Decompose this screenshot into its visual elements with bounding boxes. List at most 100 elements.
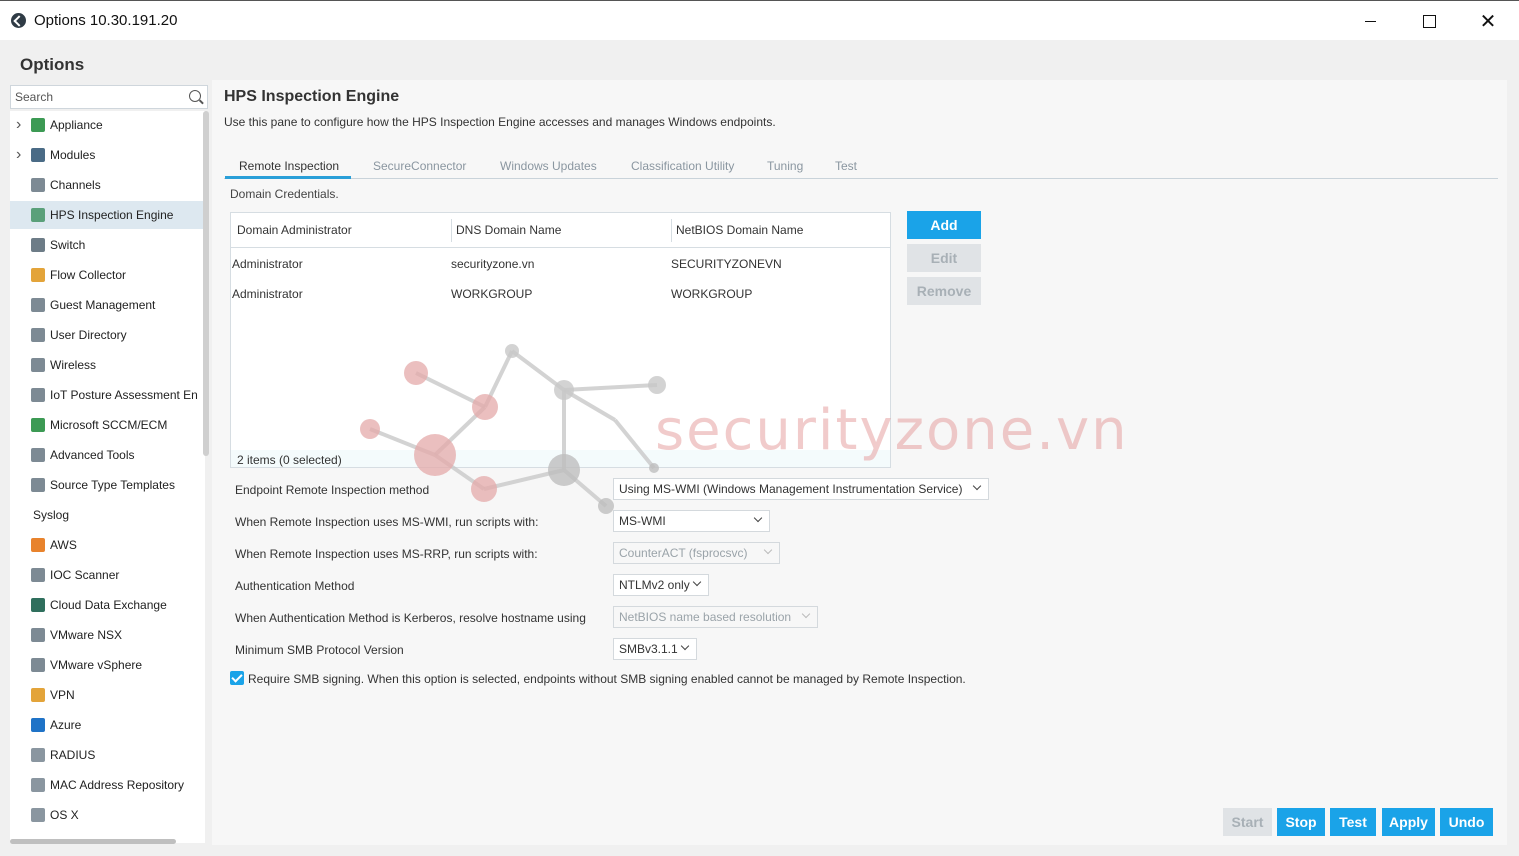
tab-classification-utility[interactable]: Classification Utility [631,159,734,173]
sidebar-item-user-directory[interactable]: User Directory [10,321,203,349]
edit-button[interactable]: Edit [907,244,981,272]
sidebar-item-label: HPS Inspection Engine [50,208,174,222]
column-divider[interactable] [671,219,672,242]
tab-remote-inspection[interactable]: Remote Inspection [239,159,339,173]
kerberos-resolution-select[interactable]: NetBIOS name based resolution [613,606,818,628]
sidebar-item-advanced-tools[interactable]: Advanced Tools [10,441,203,469]
sidebar-item-label: AWS [50,538,77,552]
sidebar-item-vmware-nsx[interactable]: VMware NSX [10,621,203,649]
sidebar-item-iot-posture-assessment-en[interactable]: IoT Posture Assessment En [10,381,203,409]
auth-method-select[interactable]: NTLMv2 only [613,574,709,596]
sidebar-item-hps-inspection-engine[interactable]: HPS Inspection Engine [10,201,203,229]
domain-credentials-table: Domain Administrator DNS Domain Name Net… [230,212,891,468]
vmware-nsx-icon [31,628,45,642]
chevron-down-icon [763,545,773,555]
start-button[interactable]: Start [1223,808,1272,836]
wmi-scripts-value: MS-WMI [619,514,666,528]
sidebar-item-appliance[interactable]: › Appliance [10,111,203,139]
add-button[interactable]: Add [907,211,981,239]
sidebar-item-vmware-vsphere[interactable]: VMware vSphere [10,651,203,679]
sidebar-item-vpn[interactable]: VPN [10,681,203,709]
sidebar-item-label: MAC Address Repository [50,778,185,792]
cell-dns-domain: securityzone.vn [451,257,535,271]
search-icon[interactable] [189,90,201,102]
search-input[interactable] [15,89,180,105]
sidebar-vertical-scrollbar[interactable] [203,111,209,456]
mac-repo-icon [31,778,45,792]
smb-version-select[interactable]: SMBv3.1.1 [613,638,697,660]
cell-netbios-domain: WORKGROUP [671,287,753,301]
undo-button[interactable]: Undo [1440,808,1493,836]
sidebar-item-switch[interactable]: Switch [10,231,203,259]
remove-button[interactable]: Remove [907,277,981,305]
sidebar-horizontal-scrollbar[interactable] [10,839,176,844]
azure-icon [31,718,45,732]
sidebar-item-label: VMware NSX [50,628,123,642]
appliance-icon [31,118,45,132]
close-button[interactable]: ✕ [1465,1,1511,41]
kerberos-resolution-label: When Authentication Method is Kerberos, … [235,611,586,625]
chevron-right-icon[interactable]: › [16,116,21,134]
tab-test[interactable]: Test [835,159,857,173]
sidebar-item-azure[interactable]: Azure [10,711,203,739]
sidebar-item-source-type-templates[interactable]: Source Type Templates [10,471,203,499]
stop-button[interactable]: Stop [1277,808,1325,836]
sidebar-item-syslog[interactable]: Syslog [10,501,203,529]
sidebar-item-modules[interactable]: › Modules [10,141,203,169]
active-tab-indicator [225,176,351,179]
tab-windows-updates[interactable]: Windows Updates [500,159,597,173]
sidebar-item-aws[interactable]: AWS [10,531,203,559]
search-box[interactable] [10,85,208,109]
options-tree: › Appliance › Modules Channels HPS Inspection… [10,111,205,843]
sidebar-item-guest-management[interactable]: Guest Management [10,291,203,319]
wmi-scripts-select[interactable]: MS-WMI [613,510,770,532]
tab-tuning[interactable]: Tuning [767,159,803,173]
sidebar-item-radius[interactable]: RADIUS [10,741,203,769]
column-header-netbios-domain[interactable]: NetBIOS Domain Name [676,223,803,237]
rrp-scripts-select[interactable]: CounterACT (fsprocsvc) [613,542,780,564]
maximize-button[interactable] [1406,1,1452,41]
test-button[interactable]: Test [1330,808,1376,836]
column-header-domain-admin[interactable]: Domain Administrator [237,223,352,237]
sidebar-item-label: RADIUS [50,748,96,762]
apply-button[interactable]: Apply [1382,808,1435,836]
wireless-icon [31,358,45,372]
tab-secureconnector[interactable]: SecureConnector [373,159,466,173]
options-heading: Options [20,55,85,74]
sidebar-item-label: IoT Posture Assessment En [50,388,198,402]
app-logo-icon [11,13,26,28]
smb-signing-label[interactable]: Require SMB signing. When this option is… [248,672,966,686]
sidebar-item-os-x[interactable]: OS X [10,801,203,829]
minimize-button[interactable] [1347,1,1393,41]
apple-icon [31,808,45,822]
sidebar-item-cloud-data-exchange[interactable]: Cloud Data Exchange [10,591,203,619]
sidebar-item-label: Cloud Data Exchange [50,598,167,612]
sidebar-item-microsoft-sccm-ecm[interactable]: Microsoft SCCM/ECM [10,411,203,439]
sidebar-item-label: Syslog [33,508,70,522]
sidebar-item-mac-address-repository[interactable]: MAC Address Repository [10,771,203,799]
radius-icon [31,748,45,762]
sidebar-item-ioc-scanner[interactable]: IOC Scanner [10,561,203,589]
column-divider[interactable] [451,219,452,242]
table-row[interactable]: Administrator securityzone.vn SECURITYZO… [231,249,890,279]
vpn-icon [31,688,45,702]
sidebar-item-label: Channels [50,178,101,192]
column-header-dns-domain[interactable]: DNS Domain Name [456,223,561,237]
cell-domain-admin: Administrator [232,287,303,301]
sidebar-item-label: VPN [50,688,75,702]
iot-icon [31,388,45,402]
sidebar-item-label: Azure [50,718,82,732]
smb-version-value: SMBv3.1.1 [619,642,678,656]
sidebar-item-channels[interactable]: Channels [10,171,203,199]
sidebar-item-wireless[interactable]: Wireless [10,351,203,379]
sidebar-item-label: Microsoft SCCM/ECM [50,418,168,432]
sidebar-item-label: Guest Management [50,298,156,312]
sidebar-item-flow-collector[interactable]: Flow Collector [10,261,203,289]
smb-signing-checkbox[interactable] [230,671,244,685]
chevron-right-icon[interactable]: › [16,146,21,164]
close-icon: ✕ [1479,10,1497,33]
rrp-scripts-label: When Remote Inspection uses MS-RRP, run … [235,547,538,561]
sidebar-item-label: Appliance [50,118,103,132]
inspection-method-select[interactable]: Using MS-WMI (Windows Management Instrum… [613,478,989,500]
table-row[interactable]: Administrator WORKGROUP WORKGROUP [231,279,890,309]
